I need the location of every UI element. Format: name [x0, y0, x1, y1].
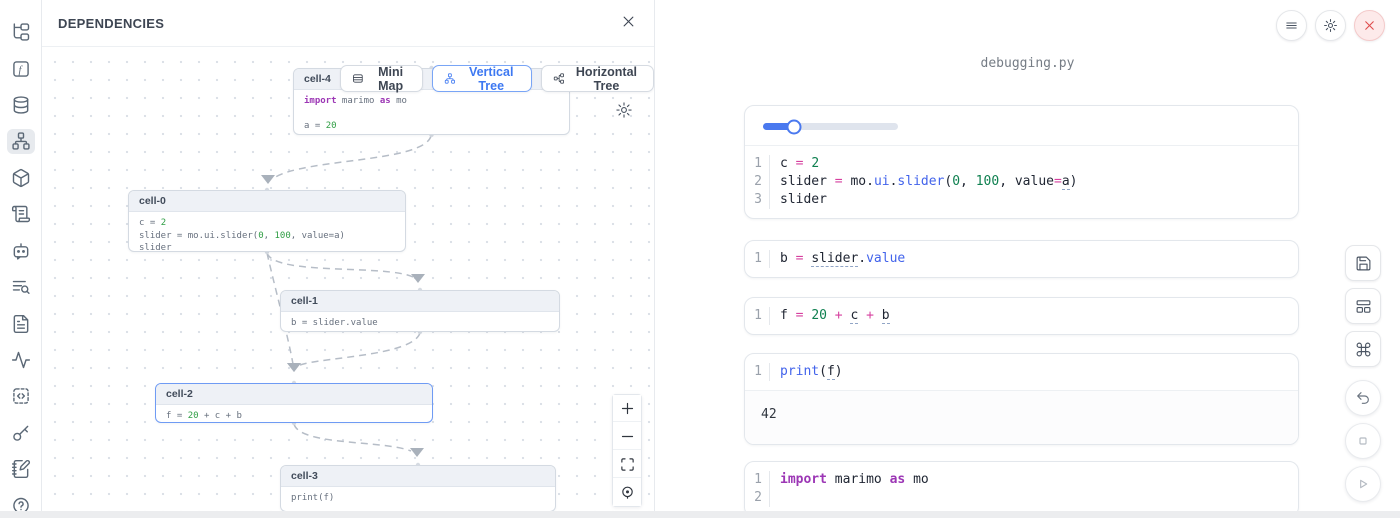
- notebook-topbar: [1276, 10, 1385, 41]
- line-number: 2: [745, 489, 769, 507]
- slider-handle[interactable]: [787, 119, 802, 134]
- notebook-cell[interactable]: 1f = 20 + c + b: [744, 297, 1299, 335]
- vertical-tree-button[interactable]: Vertical Tree: [432, 65, 532, 92]
- dependency-graph-canvas[interactable]: cell-4 import marimo as mo a = 20cell-0 …: [42, 47, 654, 518]
- node-code: b = slider.value: [281, 312, 559, 332]
- notebook-cell[interactable]: 1import marimo as mo2: [744, 461, 1299, 517]
- svg-text:f: f: [18, 63, 23, 75]
- line-number: 3: [745, 191, 769, 209]
- notebook-cell[interactable]: 1b = slider.value: [744, 240, 1299, 278]
- cell-output: 42: [745, 390, 1298, 444]
- dependencies-icon[interactable]: [7, 129, 35, 153]
- notebook-menu-button[interactable]: [1276, 10, 1307, 41]
- line-number: 1: [745, 307, 769, 325]
- locate-icon: [620, 485, 635, 500]
- dependencies-title: DEPENDENCIES: [58, 16, 164, 31]
- node-title: cell-0: [129, 191, 405, 212]
- stop-button[interactable]: [1345, 423, 1381, 459]
- slider-output: [745, 106, 1298, 146]
- helper-icon-rail: f: [0, 0, 42, 518]
- line-number: 1: [745, 155, 769, 173]
- close-icon: [1362, 18, 1377, 33]
- plus-icon: [620, 401, 635, 416]
- layout-button[interactable]: [1345, 288, 1381, 324]
- logs-icon[interactable]: [7, 275, 35, 299]
- fit-view-button[interactable]: [613, 451, 641, 478]
- mini-map-icon: [352, 71, 364, 86]
- graph-node-cell-3[interactable]: cell-3 print(f): [280, 465, 556, 512]
- file-explorer-icon[interactable]: [7, 20, 35, 44]
- layout-panel-icon: [1355, 298, 1372, 315]
- graph-node-cell-0[interactable]: cell-0 c = 2slider = mo.ui.slider(0, 100…: [128, 190, 406, 252]
- code-editor[interactable]: 1import marimo as mo2: [745, 462, 1298, 516]
- gear-icon: [615, 101, 633, 119]
- bottom-strip: [0, 511, 1400, 518]
- graph-settings-button[interactable]: [613, 100, 635, 122]
- zoom-out-button[interactable]: [613, 423, 641, 450]
- slider[interactable]: [763, 123, 898, 130]
- stop-icon: [1355, 433, 1371, 449]
- packages-icon[interactable]: [7, 166, 35, 190]
- documentation-icon[interactable]: [7, 202, 35, 226]
- code-editor[interactable]: 1print(f): [745, 354, 1298, 390]
- gear-icon: [1323, 18, 1338, 33]
- maximize-icon: [620, 457, 635, 472]
- undo-button[interactable]: [1345, 380, 1381, 416]
- save-button[interactable]: [1345, 245, 1381, 281]
- graph-node-cell-2[interactable]: cell-2 f = 20 + c + b: [155, 383, 433, 423]
- code-editor[interactable]: 1b = slider.value: [745, 241, 1298, 277]
- node-code: c = 2slider = mo.ui.slider(0, 100, value…: [129, 212, 405, 252]
- node-code: f = 20 + c + b: [156, 405, 432, 423]
- menu-icon: [1284, 18, 1299, 33]
- close-icon: [621, 14, 636, 29]
- undo-icon: [1355, 390, 1371, 406]
- horizontal-tree-button[interactable]: Horizontal Tree: [541, 65, 654, 92]
- shortcuts-button[interactable]: [1345, 331, 1381, 367]
- node-code: import marimo as mo a = 20: [294, 90, 569, 135]
- node-title: cell-2: [156, 384, 432, 405]
- mini-map-button[interactable]: Mini Map: [340, 65, 423, 92]
- code-editor[interactable]: 1c = 22slider = mo.ui.slider(0, 100, val…: [745, 146, 1298, 218]
- command-icon: [1355, 341, 1372, 358]
- cells-column: 1c = 22slider = mo.ui.slider(0, 100, val…: [744, 105, 1299, 517]
- line-number: 2: [745, 173, 769, 191]
- dependencies-header: DEPENDENCIES: [42, 0, 654, 47]
- graph-node-cell-1[interactable]: cell-1 b = slider.value: [280, 290, 560, 332]
- notebook-actions: [1345, 245, 1381, 509]
- node-title: cell-3: [281, 466, 555, 487]
- minus-icon: [620, 429, 635, 444]
- line-number: 1: [745, 471, 769, 489]
- save-icon: [1355, 255, 1372, 272]
- locate-button[interactable]: [613, 479, 641, 506]
- app-window: f: [0, 0, 1400, 518]
- run-button[interactable]: [1345, 466, 1381, 502]
- horizontal-tree-icon: [553, 71, 565, 86]
- dependencies-panel: DEPENDENCIES cell-4 import marimo as mo …: [42, 0, 655, 518]
- notebook-cell[interactable]: 1print(f)42: [744, 353, 1299, 445]
- node-title: cell-1: [281, 291, 559, 312]
- snippets-icon[interactable]: [7, 384, 35, 408]
- zoom-in-button[interactable]: [613, 395, 641, 422]
- close-panel-button[interactable]: [618, 13, 638, 33]
- outline-icon[interactable]: [7, 311, 35, 335]
- line-number: 1: [745, 363, 769, 381]
- play-icon: [1355, 476, 1371, 492]
- secrets-icon[interactable]: [7, 421, 35, 445]
- ai-chat-icon[interactable]: [7, 239, 35, 263]
- notebook-filename: debugging.py: [655, 56, 1400, 71]
- line-number: 1: [745, 250, 769, 268]
- graph-view-toolbar: Mini Map Vertical Tree Horizontal Tree: [340, 65, 654, 92]
- shutdown-button[interactable]: [1354, 10, 1385, 41]
- data-sources-icon[interactable]: [7, 93, 35, 117]
- variables-icon[interactable]: f: [7, 56, 35, 80]
- vertical-tree-icon: [444, 71, 456, 86]
- notebook-cell[interactable]: 1c = 22slider = mo.ui.slider(0, 100, val…: [744, 105, 1299, 219]
- code-editor[interactable]: 1f = 20 + c + b: [745, 298, 1298, 334]
- tracing-icon[interactable]: [7, 348, 35, 372]
- graph-zoom-controls: [612, 394, 642, 507]
- notebook-panel: debugging.py 1c = 22slider = mo.ui.slide…: [655, 0, 1400, 518]
- node-code: print(f): [281, 487, 555, 511]
- notebook-settings-button[interactable]: [1315, 10, 1346, 41]
- scratchpad-icon[interactable]: [7, 457, 35, 481]
